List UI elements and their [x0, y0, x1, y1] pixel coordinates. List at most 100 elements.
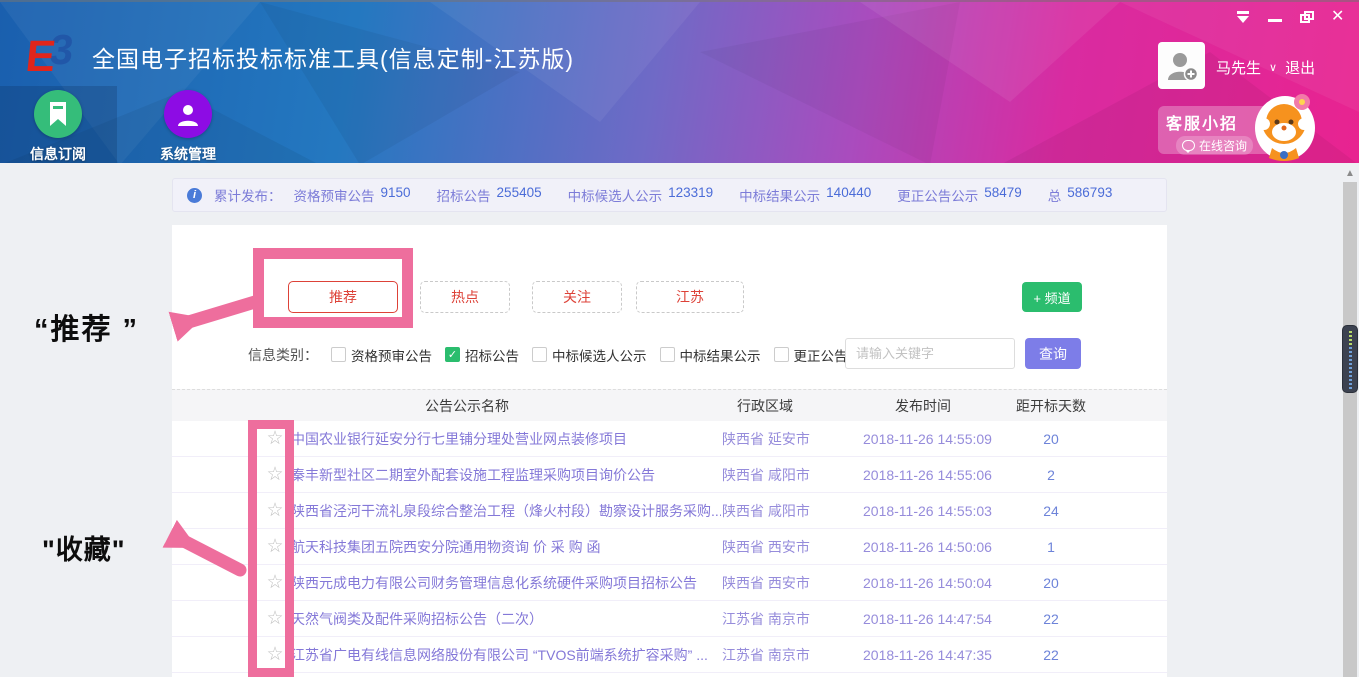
checkbox-prequalification[interactable]: 资格预审公告: [331, 345, 432, 365]
query-button[interactable]: 查询: [1025, 338, 1081, 369]
tab-recommend[interactable]: 推荐: [288, 281, 398, 313]
checkbox-icon: [660, 347, 675, 362]
keyword-search-input[interactable]: [845, 338, 1015, 369]
table-header: 公告公示名称 行政区域 发布时间 距开标天数: [172, 389, 1167, 421]
chat-bubble-icon: [1182, 140, 1195, 151]
publish-time-cell: 2018-11-26 14:50:04: [863, 565, 1013, 601]
region-cell: 江苏省 南京市: [722, 637, 852, 673]
announcement-link[interactable]: 航天科技集团五院西安分院通用物资询 价 采 购 函: [291, 529, 721, 565]
minimize-icon[interactable]: [1267, 10, 1283, 24]
tab-follow[interactable]: 关注: [532, 281, 622, 313]
region-cell: 陕西省 延安市: [722, 421, 852, 457]
info-icon: i: [187, 188, 202, 203]
filter-row: 信息类别： 资格预审公告 ✓ 招标公告 中标候选人公示 中标结果公示 更正公告公…: [248, 339, 875, 370]
scrollbar-thumb[interactable]: [1342, 325, 1358, 393]
column-header-days: 距开标天数: [1015, 390, 1087, 422]
checkbox-icon: [774, 347, 789, 362]
column-header-name: 公告公示名称: [291, 390, 643, 422]
table-row: ☆ 陕西省泾河干流礼泉段综合整治工程（烽火村段）勘察设计服务采购... 陕西省 …: [172, 493, 1167, 529]
publish-time-cell: 2018-11-26 14:47:54: [863, 601, 1013, 637]
scroll-up-arrow[interactable]: ▲: [1341, 166, 1359, 182]
nav-item-system-manage[interactable]: 系统管理: [138, 90, 238, 163]
announcement-link[interactable]: 陕西元成电力有限公司财务管理信息化系统硬件采购项目招标公告: [291, 565, 721, 601]
announcement-link[interactable]: 中国农业银行延安分行七里铺分理处营业网点装修项目: [291, 421, 721, 457]
chevron-down-icon[interactable]: ∨: [1269, 61, 1277, 74]
stat-prequalification: 资格预审公告9150: [294, 185, 411, 205]
checkbox-tender-notice[interactable]: ✓ 招标公告: [445, 345, 519, 365]
announcement-link[interactable]: 天然气阀类及配件采购招标公告（二次）: [291, 601, 721, 637]
table-row: ☆ 航天科技集团五院西安分院通用物资询 价 采 购 函 陕西省 西安市 2018…: [172, 529, 1167, 565]
favorite-star-icon[interactable]: ☆: [262, 637, 288, 673]
checkbox-icon: [331, 347, 346, 362]
column-header-region: 行政区域: [718, 390, 812, 422]
checkbox-result-publicity[interactable]: 中标结果公示: [660, 345, 761, 365]
filter-label: 信息类别：: [248, 345, 318, 365]
days-to-open-cell: 1: [1015, 529, 1087, 565]
days-to-open-cell: 2: [1015, 457, 1087, 493]
logo-letter-e: E: [23, 32, 58, 82]
scrollbar-thumb-marks-green: [1349, 331, 1352, 347]
checkbox-checked-icon: ✓: [445, 347, 460, 362]
bookmark-icon: [34, 90, 82, 138]
column-header-time: 发布时间: [857, 390, 989, 422]
nav-item-info-subscribe[interactable]: 信息订阅: [8, 90, 108, 163]
stat-tender-notice: 招标公告255405: [437, 185, 542, 205]
skin-menu-icon[interactable]: [1235, 10, 1251, 24]
announcement-list: ☆ 中国农业银行延安分行七里铺分理处营业网点装修项目 陕西省 延安市 2018-…: [172, 421, 1167, 673]
service-title: 客服小招: [1166, 110, 1264, 134]
days-to-open-cell: 24: [1015, 493, 1087, 529]
titlebar-controls: ✕: [1235, 8, 1347, 26]
announcement-link[interactable]: 秦丰新型社区二期室外配套设施工程监理采购项目询价公告: [291, 457, 721, 493]
stats-bar: i 累计发布： 资格预审公告9150 招标公告255405 中标候选人公示123…: [172, 178, 1167, 212]
scrollbar-thumb-marks-blue: [1349, 347, 1352, 389]
close-icon[interactable]: ✕: [1331, 10, 1347, 24]
tab-hot[interactable]: 热点: [420, 281, 510, 313]
vertical-scrollbar[interactable]: [1343, 166, 1357, 677]
favorite-star-icon[interactable]: ☆: [262, 457, 288, 493]
favorite-star-icon[interactable]: ☆: [262, 529, 288, 565]
add-channel-button[interactable]: + 频道: [1022, 282, 1082, 312]
app-window: ✕ 3 E 全国电子招标投标标准工具(信息定制-江苏版) 信息订阅 系统管理: [0, 0, 1359, 677]
stat-total: 总586793: [1048, 185, 1113, 205]
favorite-star-icon[interactable]: ☆: [262, 565, 288, 601]
tab-jiangsu[interactable]: 江苏: [636, 281, 744, 313]
favorite-star-icon[interactable]: ☆: [262, 421, 288, 457]
nav-label-info-subscribe: 信息订阅: [8, 144, 108, 163]
region-cell: 江苏省 南京市: [722, 601, 852, 637]
checkbox-candidate-publicity[interactable]: 中标候选人公示: [532, 345, 647, 365]
region-cell: 陕西省 咸阳市: [722, 457, 852, 493]
announcement-link[interactable]: 江苏省广电有线信息网络股份有限公司 “TVOS前端系统扩容采购” ...: [291, 637, 721, 673]
stats-lead-label: 累计发布：: [214, 185, 282, 205]
online-chat-button[interactable]: 在线咨询: [1176, 136, 1253, 155]
days-to-open-cell: 20: [1015, 565, 1087, 601]
online-chat-label: 在线咨询: [1199, 137, 1247, 154]
publish-time-cell: 2018-11-26 14:55:06: [863, 457, 1013, 493]
user-name[interactable]: 马先生: [1216, 57, 1261, 78]
restore-icon[interactable]: [1299, 10, 1315, 24]
publish-time-cell: 2018-11-26 14:55:03: [863, 493, 1013, 529]
announcement-link[interactable]: 陕西省泾河干流礼泉段综合整治工程（烽火村段）勘察设计服务采购...: [291, 493, 721, 529]
days-to-open-cell: 20: [1015, 421, 1087, 457]
region-cell: 陕西省 西安市: [722, 565, 852, 601]
table-row: ☆ 陕西元成电力有限公司财务管理信息化系统硬件采购项目招标公告 陕西省 西安市 …: [172, 565, 1167, 601]
app-logo: 3 E: [26, 30, 88, 78]
favorite-star-icon[interactable]: ☆: [262, 601, 288, 637]
publish-time-cell: 2018-11-26 14:50:06: [863, 529, 1013, 565]
stat-result-publicity: 中标结果公示140440: [739, 185, 871, 205]
annotation-recommend-label: “推荐 ”: [34, 306, 139, 348]
app-header: ✕ 3 E 全国电子招标投标标准工具(信息定制-江苏版) 信息订阅 系统管理: [0, 0, 1359, 163]
region-cell: 陕西省 西安市: [722, 529, 852, 565]
table-row: ☆ 中国农业银行延安分行七里铺分理处营业网点装修项目 陕西省 延安市 2018-…: [172, 421, 1167, 457]
favorite-star-icon[interactable]: ☆: [262, 493, 288, 529]
days-to-open-cell: 22: [1015, 637, 1087, 673]
app-title: 全国电子招标投标标准工具(信息定制-江苏版): [92, 40, 574, 74]
days-to-open-cell: 22: [1015, 601, 1087, 637]
publish-time-cell: 2018-11-26 14:55:09: [863, 421, 1013, 457]
region-cell: 陕西省 咸阳市: [722, 493, 852, 529]
user-add-icon: [1164, 48, 1200, 84]
avatar[interactable]: [1158, 42, 1205, 89]
table-row: ☆ 江苏省广电有线信息网络股份有限公司 “TVOS前端系统扩容采购” ... 江…: [172, 637, 1167, 673]
mascot-icon[interactable]: [1252, 90, 1318, 162]
logout-button[interactable]: 退出: [1285, 57, 1315, 78]
annotation-favorite-label: "收藏": [42, 528, 126, 567]
